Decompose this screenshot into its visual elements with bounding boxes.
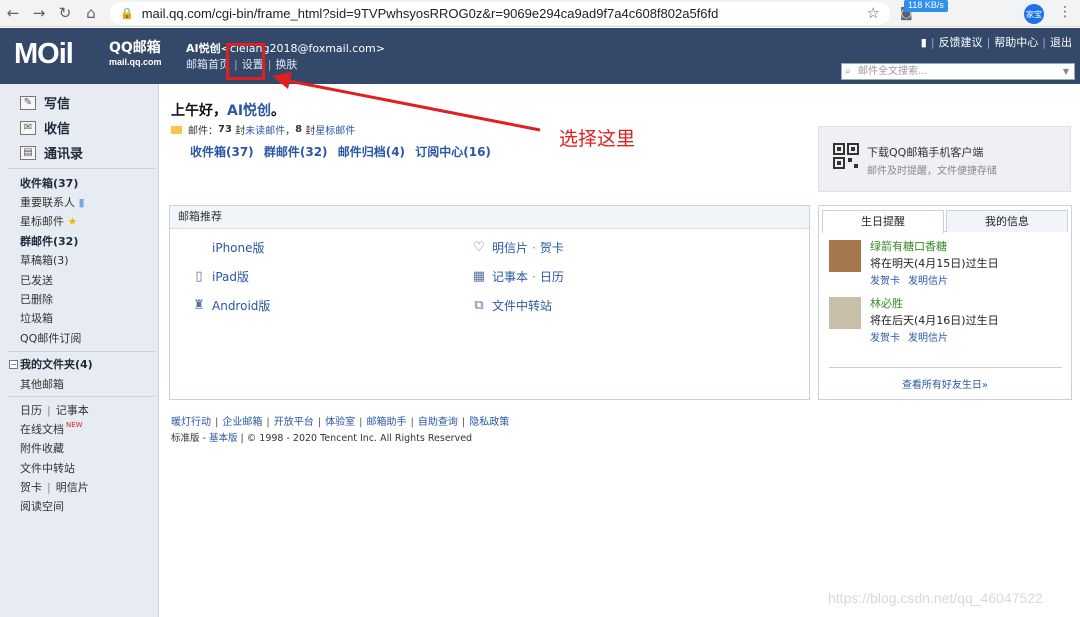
annotation-arrow bbox=[272, 72, 541, 132]
annotation-text: 选择这里 bbox=[559, 128, 636, 150]
